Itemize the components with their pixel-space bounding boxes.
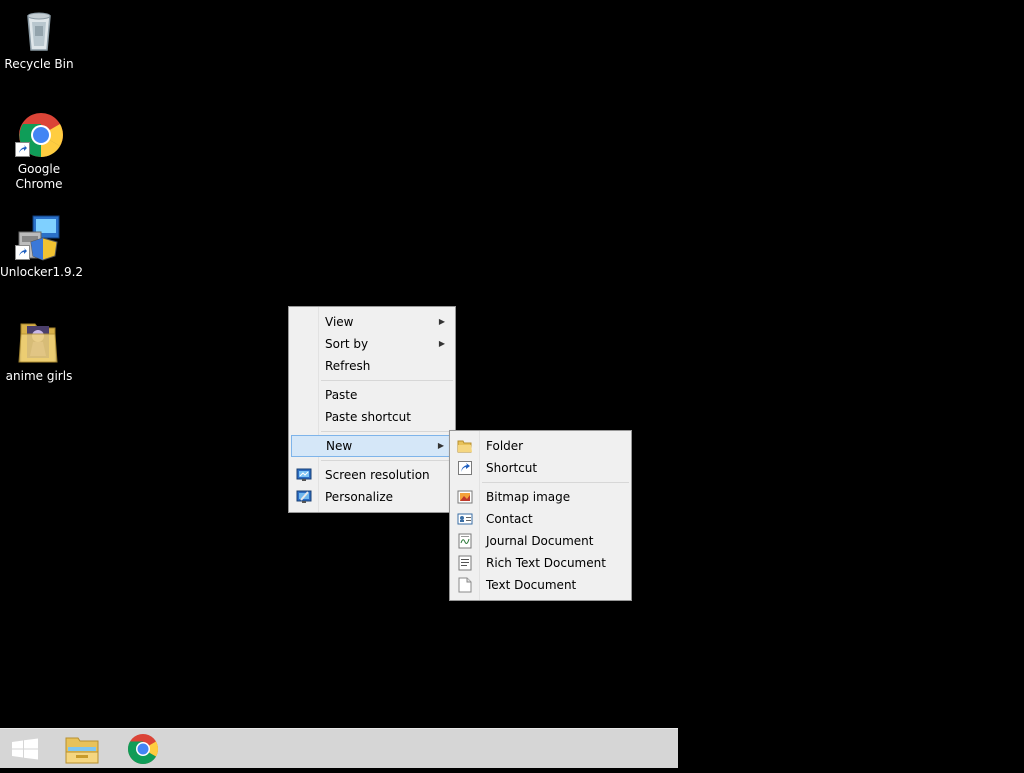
unlocker-installer-icon [15, 214, 63, 262]
menu-item-label: Rich Text Document [486, 556, 606, 570]
taskbar [0, 728, 678, 768]
submenu-arrow-icon: ▶ [438, 339, 445, 348]
bitmap-icon [457, 489, 473, 505]
menu-separator [482, 482, 629, 483]
menu-item-personalize[interactable]: Personalize [291, 486, 453, 508]
desktop-context-menu: View ▶ Sort by ▶ Refresh Paste Paste sho… [288, 306, 456, 513]
desktop-icon-recycle-bin[interactable]: Recycle Bin [0, 6, 78, 72]
menu-item-label: Contact [486, 512, 533, 526]
menu-item-label: Paste shortcut [325, 410, 411, 424]
menu-item-new-shortcut[interactable]: Shortcut [452, 457, 629, 479]
menu-item-new-journal-document[interactable]: Journal Document [452, 530, 629, 552]
menu-item-label: Bitmap image [486, 490, 571, 504]
menu-separator [321, 431, 453, 432]
start-button[interactable] [0, 729, 50, 769]
menu-separator [321, 380, 453, 381]
menu-item-label: Sort by [325, 337, 369, 351]
shortcut-icon [457, 460, 473, 476]
menu-item-paste-shortcut[interactable]: Paste shortcut [291, 406, 453, 428]
desktop-icon-label: anime girls [5, 369, 73, 383]
chrome-icon [127, 734, 159, 765]
menu-item-label: View [325, 315, 354, 329]
contact-icon [457, 511, 473, 527]
menu-item-label: Journal Document [486, 534, 594, 548]
shortcut-arrow-icon [15, 245, 30, 260]
menu-item-view[interactable]: View ▶ [291, 311, 453, 333]
journal-icon [457, 533, 473, 549]
folder-icon [15, 318, 63, 366]
submenu-arrow-icon: ▶ [438, 317, 445, 326]
folder-icon [457, 438, 473, 454]
new-submenu: Folder Shortcut Bitmap image Contact Jou… [449, 430, 632, 601]
menu-item-label: New [326, 439, 353, 453]
menu-item-refresh[interactable]: Refresh [291, 355, 453, 377]
menu-item-screen-resolution[interactable]: Screen resolution [291, 464, 453, 486]
menu-item-new[interactable]: New ▶ [291, 435, 453, 457]
desktop-icon-label: Recycle Bin [4, 57, 74, 71]
menu-item-paste[interactable]: Paste [291, 384, 453, 406]
menu-item-new-folder[interactable]: Folder [452, 435, 629, 457]
menu-item-label: Shortcut [486, 461, 538, 475]
desktop[interactable]: Recycle Bin Google Chrome Unlocker1.9.2 … [0, 0, 1024, 728]
desktop-icon-anime-girls-folder[interactable]: anime girls [0, 318, 78, 384]
menu-item-label: Folder [486, 439, 524, 453]
menu-item-new-contact[interactable]: Contact [452, 508, 629, 530]
recycle-bin-icon [15, 6, 63, 54]
text-document-icon [457, 577, 473, 593]
taskbar-file-explorer-button[interactable] [56, 729, 108, 769]
menu-item-sort-by[interactable]: Sort by ▶ [291, 333, 453, 355]
menu-item-new-text-document[interactable]: Text Document [452, 574, 629, 596]
menu-item-new-bitmap-image[interactable]: Bitmap image [452, 486, 629, 508]
file-explorer-icon [65, 737, 99, 764]
personalize-icon [296, 489, 312, 505]
menu-item-label: Paste [325, 388, 358, 402]
desktop-icon-unlocker[interactable]: Unlocker1.9.2 [0, 214, 84, 280]
rich-text-icon [457, 555, 473, 571]
desktop-icon-label: Unlocker1.9.2 [0, 265, 84, 279]
submenu-arrow-icon: ▶ [437, 441, 444, 450]
screen-resolution-icon [296, 467, 312, 483]
shortcut-arrow-icon [15, 142, 30, 157]
desktop-icon-label: Google Chrome [15, 162, 63, 191]
taskbar-chrome-button[interactable] [118, 729, 170, 769]
chrome-icon [15, 111, 63, 159]
menu-item-label: Personalize [325, 490, 394, 504]
menu-item-new-rich-text-document[interactable]: Rich Text Document [452, 552, 629, 574]
desktop-icon-google-chrome[interactable]: Google Chrome [0, 111, 78, 192]
windows-start-icon [12, 738, 38, 760]
menu-item-label: Text Document [486, 578, 577, 592]
menu-separator [321, 460, 453, 461]
menu-item-label: Screen resolution [325, 468, 430, 482]
menu-item-label: Refresh [325, 359, 371, 373]
